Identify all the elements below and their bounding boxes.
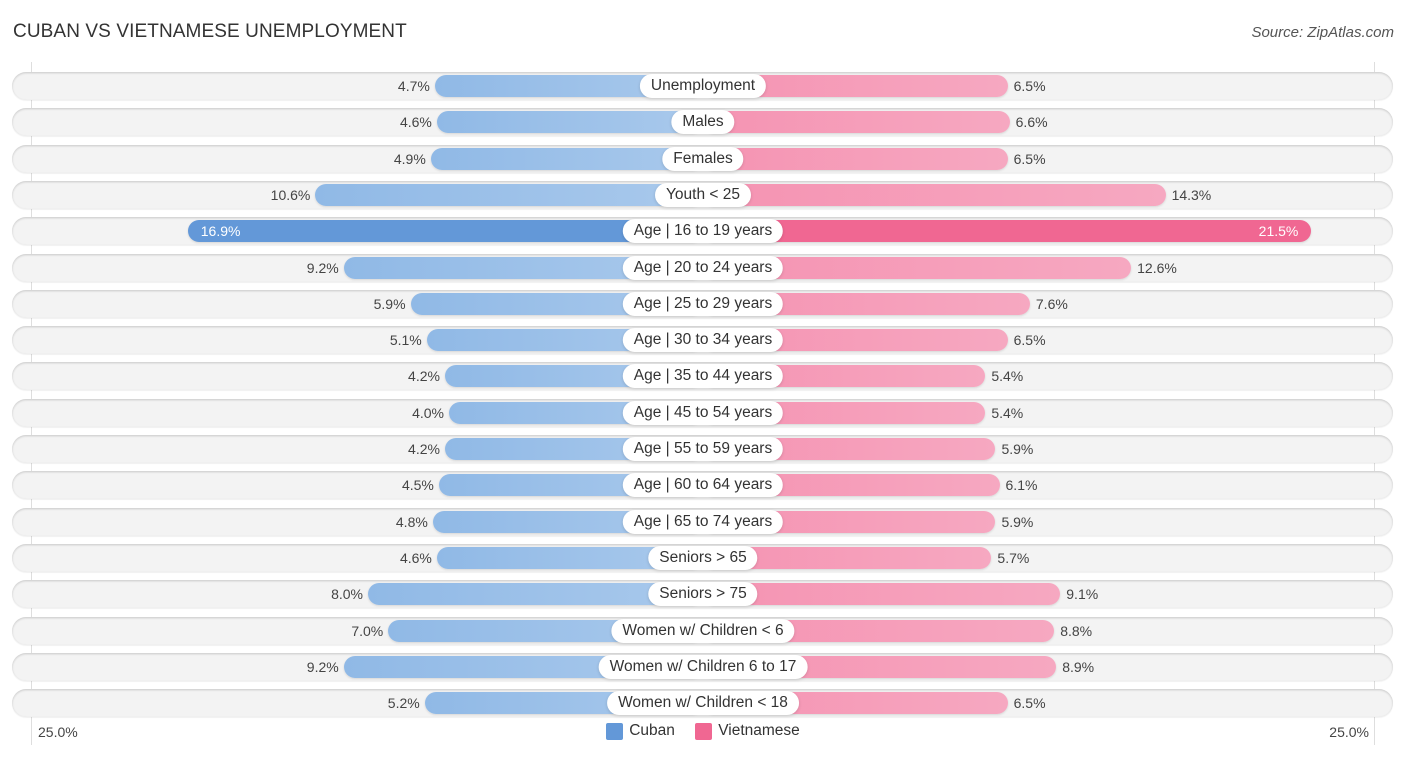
value-label-cuban: 9.2%: [306, 659, 339, 675]
value-label-cuban: 16.9%: [200, 223, 241, 239]
bar-vietnamese[interactable]: [703, 184, 1166, 206]
value-label-cuban: 7.0%: [351, 623, 384, 639]
category-label: Age | 16 to 19 years: [622, 219, 784, 243]
value-label-vietnamese: 5.9%: [1001, 514, 1034, 530]
bar-vietnamese[interactable]: [703, 148, 1008, 170]
value-label-vietnamese: 5.4%: [991, 405, 1024, 421]
value-label-cuban: 4.8%: [395, 514, 428, 530]
category-label: Unemployment: [639, 74, 767, 98]
value-label-cuban: 4.0%: [412, 405, 444, 421]
value-label-cuban: 4.9%: [393, 151, 426, 167]
legend-item-vietnamese[interactable]: Vietnamese: [695, 722, 800, 740]
value-label-vietnamese: 6.5%: [1013, 151, 1046, 167]
category-label: Females: [662, 147, 744, 171]
category-label: Age | 20 to 24 years: [622, 256, 784, 280]
legend-label-cuban: Cuban: [629, 722, 675, 739]
bar-cuban[interactable]: [315, 184, 703, 206]
category-label: Seniors > 75: [648, 582, 758, 606]
category-label: Age | 55 to 59 years: [622, 437, 784, 461]
value-label-cuban: 4.6%: [399, 550, 432, 566]
category-label: Women w/ Children < 6: [611, 619, 795, 643]
value-label-vietnamese: 8.9%: [1062, 659, 1095, 675]
value-label-cuban: 4.5%: [401, 477, 434, 493]
legend-label-vietnamese: Vietnamese: [718, 722, 800, 739]
value-label-vietnamese: 7.6%: [1035, 296, 1068, 312]
category-label: Age | 25 to 29 years: [622, 292, 784, 316]
category-label: Age | 35 to 44 years: [622, 364, 784, 388]
value-label-cuban: 4.6%: [399, 114, 432, 130]
value-label-vietnamese: 5.7%: [997, 550, 1030, 566]
bar-cuban[interactable]: [436, 111, 703, 133]
legend-swatch-vietnamese: [695, 722, 713, 740]
bar-vietnamese[interactable]: [703, 111, 1010, 133]
legend-item-cuban[interactable]: Cuban: [606, 722, 675, 740]
category-label: Age | 65 to 74 years: [622, 510, 784, 534]
chart-title: CUBAN VS VIETNAMESE UNEMPLOYMENT: [13, 21, 407, 42]
value-label-vietnamese: 6.5%: [1013, 332, 1046, 348]
value-label-vietnamese: 21.5%: [1258, 223, 1299, 239]
value-label-cuban: 5.9%: [373, 296, 406, 312]
category-label: Youth < 25: [655, 183, 751, 207]
value-label-vietnamese: 5.4%: [991, 368, 1024, 384]
category-label: Women w/ Children < 18: [607, 691, 799, 715]
value-label-vietnamese: 5.9%: [1001, 441, 1034, 457]
value-label-cuban: 4.2%: [408, 441, 440, 457]
legend-swatch-cuban: [606, 722, 624, 740]
value-label-vietnamese: 9.1%: [1066, 586, 1099, 602]
category-label: Age | 45 to 54 years: [622, 401, 784, 425]
category-label: Age | 30 to 34 years: [622, 328, 784, 352]
value-label-vietnamese: 6.5%: [1013, 78, 1046, 94]
legend: Cuban Vietnamese: [0, 722, 1406, 745]
source-label: Source: ZipAtlas.com: [1251, 24, 1394, 41]
value-label-cuban: 5.1%: [389, 332, 422, 348]
value-label-cuban: 9.2%: [306, 260, 339, 276]
category-label: Seniors > 65: [648, 546, 758, 570]
value-label-vietnamese: 14.3%: [1171, 187, 1212, 203]
value-label-vietnamese: 6.5%: [1013, 695, 1046, 711]
value-label-cuban: 10.6%: [270, 187, 311, 203]
value-label-vietnamese: 8.8%: [1060, 623, 1093, 639]
value-label-cuban: 4.2%: [408, 368, 440, 384]
value-label-vietnamese: 6.6%: [1015, 114, 1048, 130]
category-label: Males: [671, 110, 735, 134]
value-label-cuban: 8.0%: [331, 586, 363, 602]
category-label: Women w/ Children 6 to 17: [598, 655, 808, 679]
category-label: Age | 60 to 64 years: [622, 473, 784, 497]
value-label-cuban: 4.7%: [397, 78, 430, 94]
value-label-vietnamese: 12.6%: [1137, 260, 1177, 276]
value-label-vietnamese: 6.1%: [1005, 477, 1038, 493]
bar-vietnamese[interactable]: [703, 220, 1312, 242]
value-label-cuban: 5.2%: [387, 695, 420, 711]
